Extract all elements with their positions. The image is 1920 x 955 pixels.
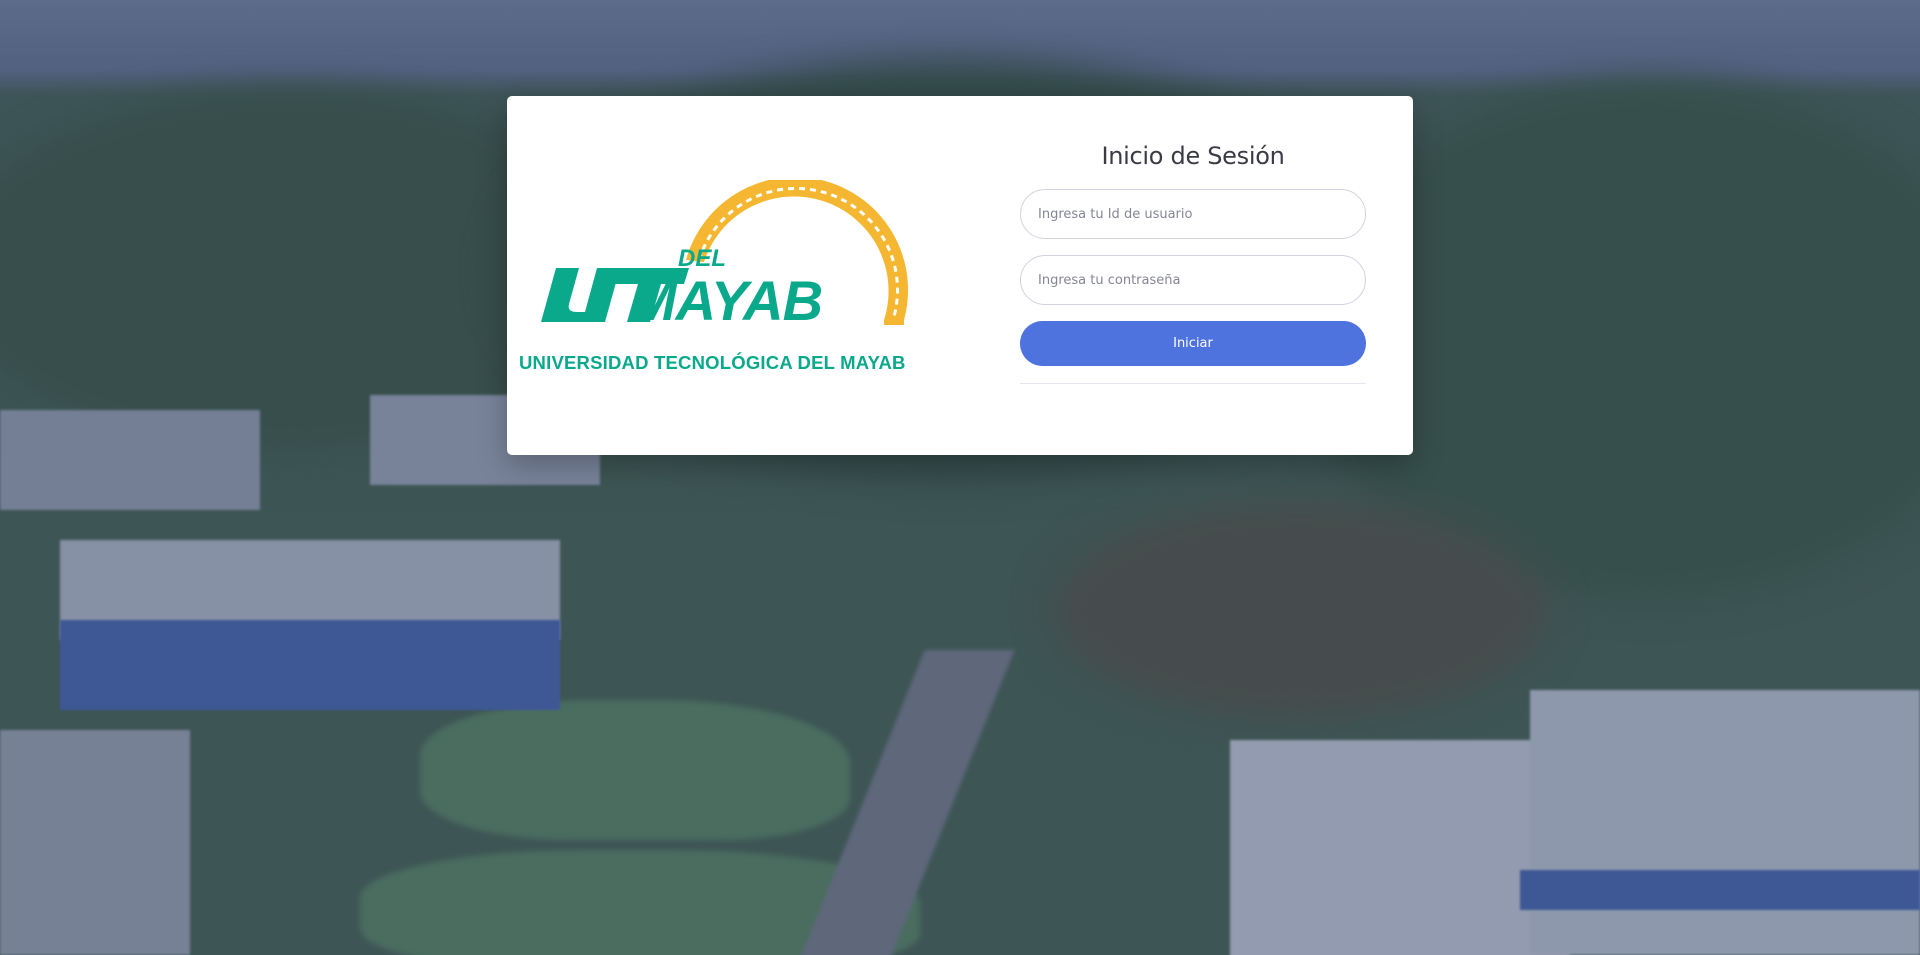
- user-id-input[interactable]: [1020, 189, 1366, 239]
- university-name: UNIVERSIDAD TECNOLÓGICA DEL MAYAB: [519, 352, 906, 373]
- login-card: DEL MAYAB UNIVERSIDAD TECNOLÓGICA DEL MA…: [507, 96, 1413, 455]
- password-input[interactable]: [1020, 255, 1366, 305]
- form-divider: [1020, 383, 1366, 384]
- login-form: Inicio de Sesión Iniciar: [1020, 96, 1366, 384]
- university-logo: DEL MAYAB: [521, 176, 921, 380]
- login-submit-button[interactable]: Iniciar: [1020, 321, 1366, 366]
- logo-mayab-text: MAYAB: [630, 269, 823, 332]
- login-title: Inicio de Sesión: [1101, 142, 1285, 170]
